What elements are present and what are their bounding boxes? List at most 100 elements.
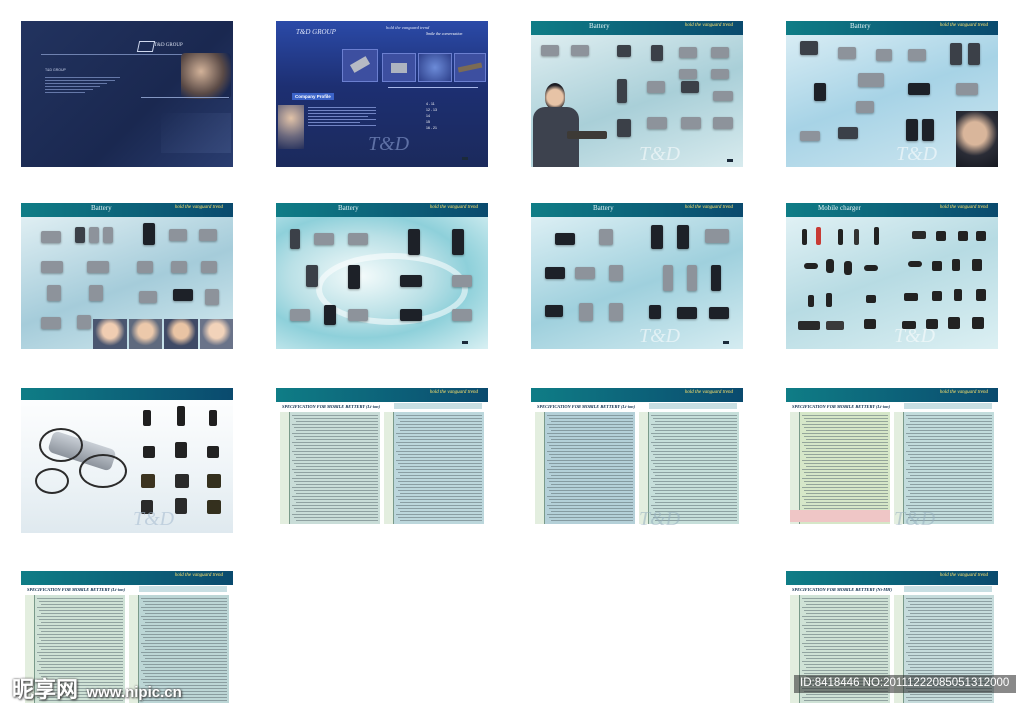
battery-product	[651, 45, 663, 61]
table-row-line	[292, 514, 378, 515]
table-row-line	[398, 517, 482, 518]
battery-product	[681, 117, 701, 129]
profile-group-name: T&D GROUP	[296, 28, 336, 36]
battery-title: Battery	[338, 204, 359, 212]
page-number-marker	[462, 341, 468, 344]
table-row-line	[806, 448, 888, 449]
adapter-icon	[175, 442, 187, 458]
table-row-line	[396, 442, 482, 443]
table-row-line	[551, 511, 633, 512]
table-row-line	[145, 631, 227, 632]
td-watermark: T&D	[639, 143, 681, 165]
table-row-line	[141, 625, 227, 626]
table-row-line	[39, 610, 123, 611]
page-number-marker	[462, 157, 468, 160]
table-row-line	[551, 430, 633, 431]
table-row-line	[296, 430, 378, 431]
battery-product	[47, 285, 61, 301]
table-row-line	[296, 511, 378, 512]
travel-charger-icon	[976, 231, 986, 241]
table-row-line	[802, 469, 888, 470]
table-row-line	[804, 463, 888, 464]
table-row-line	[802, 487, 888, 488]
table-row-line	[802, 643, 888, 644]
battery-product	[956, 83, 978, 95]
profile-table-of-contents: 4 - 11 12 - 13 14 15 16 - 21	[426, 101, 437, 131]
battery-product	[541, 45, 559, 56]
table-row-line	[802, 433, 888, 434]
table-row-line	[806, 466, 888, 467]
charger-cable-icon	[864, 265, 878, 271]
charger-cable-icon	[972, 259, 982, 271]
table-row-line	[398, 445, 482, 446]
table-row-line	[802, 607, 888, 608]
table-row-line	[910, 421, 992, 422]
table-row-line	[802, 442, 888, 443]
spec-table-page-1: hold the vanguard trend SPECIFICATION FO…	[276, 388, 488, 533]
table-row-line	[651, 433, 737, 434]
table-row-line	[806, 613, 888, 614]
table-row-line	[145, 667, 227, 668]
table-row-line	[37, 661, 123, 662]
table-row-line	[396, 460, 482, 461]
table-row-line	[655, 448, 737, 449]
table-row-line	[653, 463, 737, 464]
battery-product	[408, 229, 420, 255]
table-row-line	[398, 427, 482, 428]
table-row-line	[655, 466, 737, 467]
nipic-watermark: 昵享网 www.nipic.cn	[12, 672, 182, 704]
battery-product	[663, 265, 673, 291]
table-row-line	[39, 619, 123, 620]
td-watermark: T&D	[368, 133, 410, 155]
table-row-line	[908, 637, 992, 638]
toc-entry: 4 - 11	[426, 102, 435, 106]
td-watermark: T&D	[639, 325, 681, 347]
travel-charger-icon	[936, 231, 946, 241]
table-row-line	[296, 466, 378, 467]
table-row-line	[908, 664, 992, 665]
table-row-line	[908, 646, 992, 647]
table-row-line	[806, 640, 888, 641]
table-row-line	[549, 463, 633, 464]
table-row-line	[651, 424, 737, 425]
adapter-icon	[143, 446, 155, 458]
battery-product	[856, 101, 874, 113]
charger-cable-icon	[908, 261, 922, 267]
table-row-line	[141, 634, 227, 635]
table-row-line	[547, 460, 633, 461]
table-row-line	[294, 427, 378, 428]
table-row-line	[806, 457, 888, 458]
table-row-line	[910, 613, 992, 614]
slogan: hold the vanguard trend	[684, 390, 733, 395]
table-row-line	[549, 418, 633, 419]
table-row-line	[908, 427, 992, 428]
table-row-line	[804, 610, 888, 611]
table-row-line	[910, 658, 992, 659]
table-row-line	[908, 418, 992, 419]
charger-cable-icon	[954, 289, 962, 301]
table-row-line	[549, 481, 633, 482]
table-row-line	[143, 637, 227, 638]
battery-product	[555, 233, 575, 245]
table-row-line	[910, 694, 992, 695]
table-row-line	[551, 466, 633, 467]
battery-product	[575, 267, 595, 279]
battery-product	[705, 229, 729, 243]
table-row-line	[141, 616, 227, 617]
table-row-line	[292, 469, 378, 470]
table-row-line	[906, 487, 992, 488]
travel-charger-icon	[958, 231, 968, 241]
table-row-line	[400, 511, 482, 512]
battery-product	[651, 225, 663, 249]
table-row-line	[804, 664, 888, 665]
table-row-line	[653, 454, 737, 455]
table-row-line	[653, 445, 737, 446]
table-row-line	[292, 451, 378, 452]
table-row-line	[806, 658, 888, 659]
slogan: hold the vanguard trend	[684, 205, 733, 210]
table-row-line	[804, 454, 888, 455]
battery-product	[314, 233, 334, 245]
spec-brand-column	[280, 412, 290, 524]
phone-battery-product	[290, 229, 300, 249]
table-row-line	[398, 454, 482, 455]
